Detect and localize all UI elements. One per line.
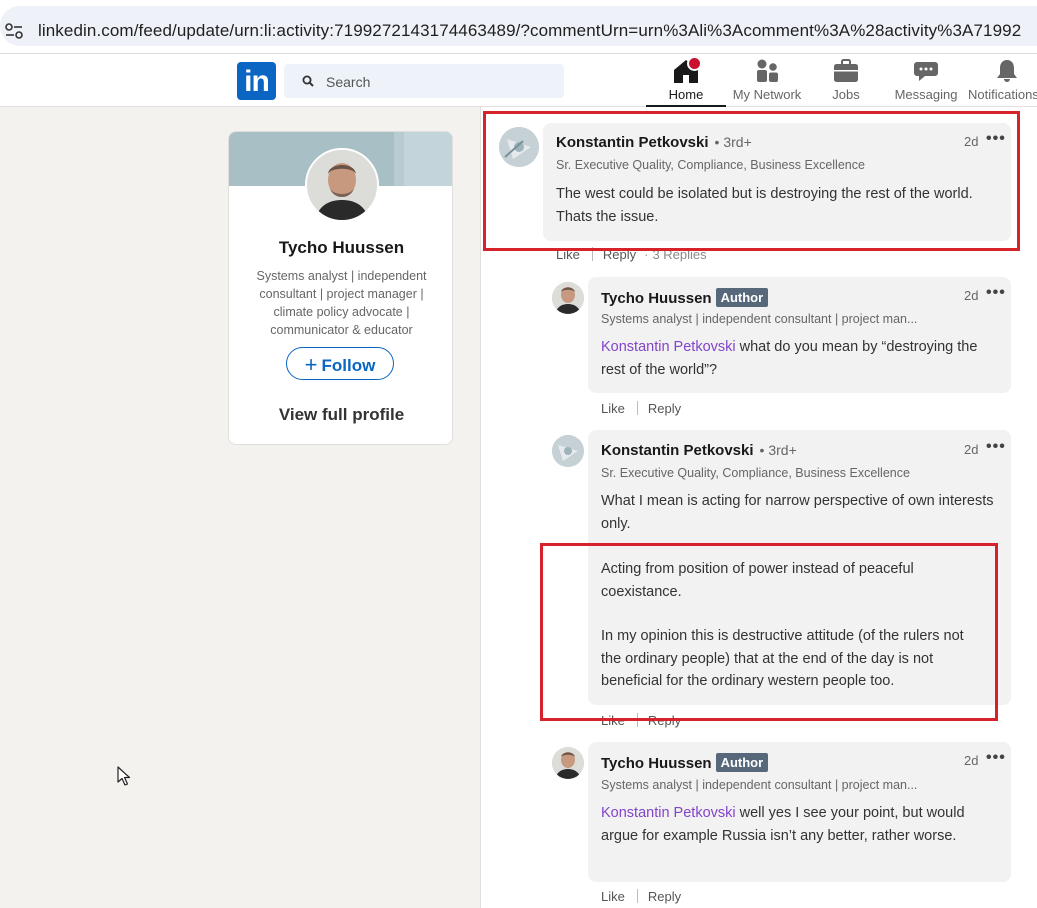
nav-notifications-label: Notifications [968, 87, 1037, 102]
plus-icon: + [304, 352, 318, 377]
author-avatar[interactable] [552, 747, 584, 779]
like-button[interactable]: Like [601, 889, 625, 904]
more-options-icon[interactable]: ••• [986, 284, 1006, 302]
linkedin-logo[interactable]: in [237, 62, 276, 100]
author-badge: Author [715, 288, 769, 307]
reply-author-name[interactable]: Tycho Huussen Author [601, 753, 769, 772]
home-icon [671, 56, 702, 84]
commenter-avatar[interactable] [552, 435, 584, 467]
notification-dot [687, 56, 702, 71]
mention-link[interactable]: Konstantin Petkovski [601, 339, 736, 355]
messaging-icon [913, 58, 939, 84]
site-settings-icon[interactable] [5, 23, 23, 39]
profile-card: Tycho Huussen Systems analyst | independ… [228, 131, 453, 445]
reply-time: 2d [964, 753, 979, 768]
nav-jobs-label: Jobs [832, 87, 860, 102]
profile-headline: Systems analyst | independent consultant… [256, 269, 427, 337]
follow-button[interactable]: + Follow [286, 347, 394, 380]
like-button[interactable]: Like [601, 401, 625, 416]
nav-my-network-label: My Network [732, 87, 802, 102]
nav-messaging-label: Messaging [894, 87, 958, 102]
reply-time: 2d [964, 442, 979, 457]
reply-author-headline: Systems analyst | independent consultant… [601, 778, 918, 792]
linkedin-nav: in Home My Network [0, 54, 1037, 107]
commenter-name[interactable]: Konstantin Petkovski • 3rd+ [601, 442, 797, 459]
network-icon [754, 58, 780, 84]
reply-author-name[interactable]: Tycho Huussen Author [601, 288, 769, 307]
view-full-profile-link[interactable]: View full profile [229, 405, 452, 425]
more-options-icon[interactable]: ••• [986, 749, 1006, 767]
reply-actions: Like Reply [601, 889, 681, 904]
reply-text-paragraph-1: What I mean is acting for narrow perspec… [601, 493, 994, 532]
nav-home[interactable]: Home [646, 56, 726, 107]
more-options-icon[interactable]: ••• [986, 438, 1006, 456]
address-bar[interactable]: linkedin.com/feed/update/urn:li:activity… [0, 6, 1037, 46]
highlight-box-reply-excerpt [540, 543, 998, 721]
mouse-cursor-icon [117, 766, 131, 786]
reply-actions: Like Reply [601, 401, 681, 416]
commenter-headline: Sr. Executive Quality, Compliance, Busin… [601, 466, 910, 480]
reply-button[interactable]: Reply [648, 401, 681, 416]
reply-button[interactable]: Reply [648, 889, 681, 904]
reply-time: 2d [964, 288, 979, 303]
reply-text: Konstantin Petkovski what do you mean by… [601, 339, 978, 378]
connection-degree: • 3rd+ [759, 442, 797, 458]
highlight-box-top-comment [483, 111, 1020, 251]
nav-messaging[interactable]: Messaging [892, 58, 960, 107]
follow-label: Follow [321, 356, 376, 375]
search-box[interactable] [284, 64, 564, 100]
mention-link[interactable]: Konstantin Petkovski [601, 805, 736, 821]
bell-icon [994, 58, 1020, 84]
profile-name[interactable]: Tycho Huussen [229, 238, 452, 258]
reply-text: Konstantin Petkovski well yes I see your… [601, 805, 965, 844]
url-text[interactable]: linkedin.com/feed/update/urn:li:activity… [38, 21, 1021, 41]
author-badge: Author [715, 753, 769, 772]
search-input[interactable] [324, 64, 558, 100]
search-icon [302, 75, 314, 87]
browser-toolbar: linkedin.com/feed/update/urn:li:activity… [0, 0, 1037, 54]
briefcase-icon [833, 58, 859, 84]
nav-my-network[interactable]: My Network [727, 58, 807, 107]
nav-home-label: Home [668, 87, 704, 102]
profile-avatar[interactable] [305, 148, 379, 222]
author-avatar[interactable] [552, 282, 584, 314]
nav-jobs[interactable]: Jobs [818, 58, 874, 107]
nav-notifications[interactable]: Notifications [966, 58, 1037, 107]
reply-author-headline: Systems analyst | independent consultant… [601, 312, 918, 326]
